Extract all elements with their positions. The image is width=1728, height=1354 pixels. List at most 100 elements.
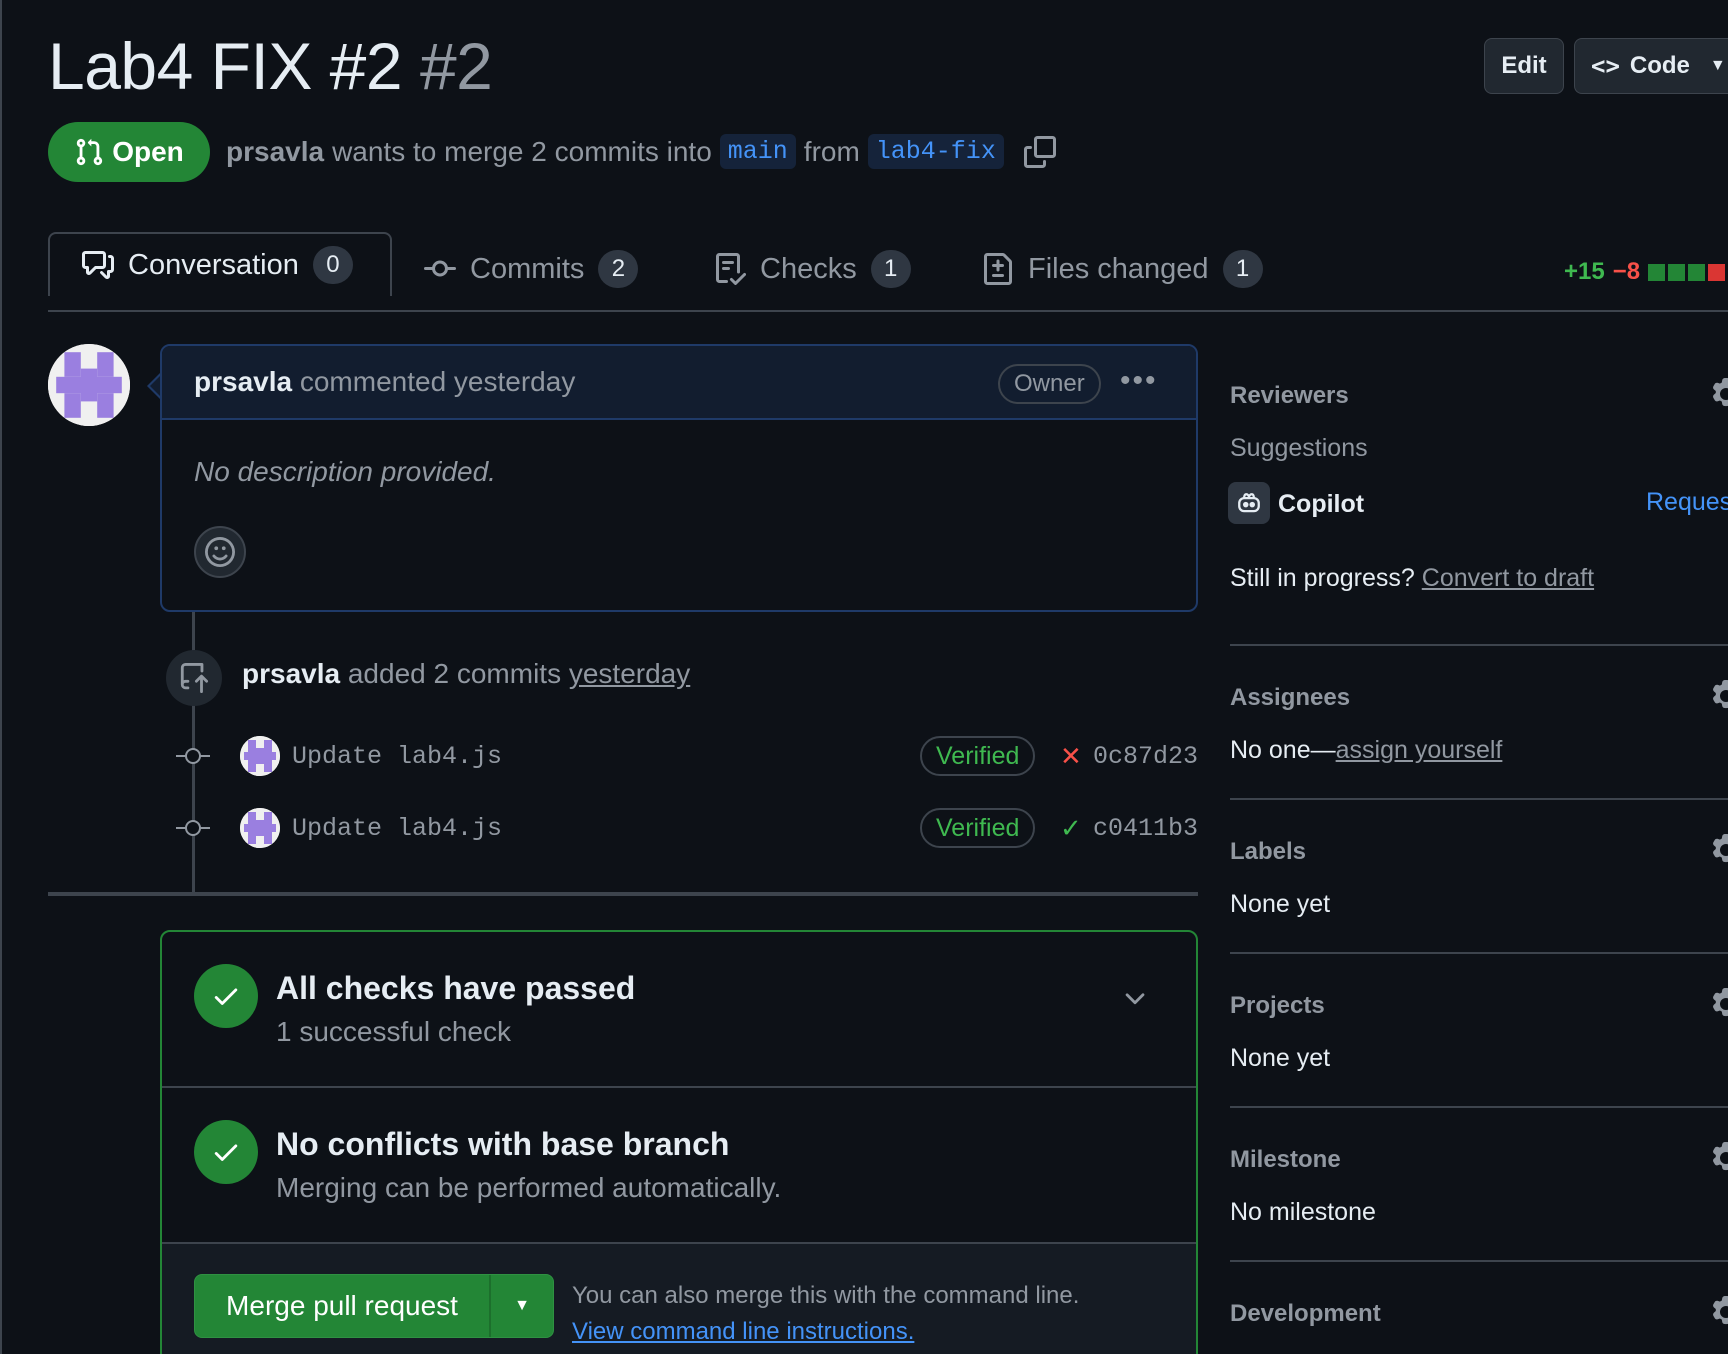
edit-button[interactable]: Edit xyxy=(1484,38,1564,94)
tab-label: Files changed xyxy=(1028,252,1209,285)
copy-icon[interactable] xyxy=(1023,135,1056,168)
comment-body: No description provided. xyxy=(194,456,496,487)
cli-note-text: You can also merge this with the command… xyxy=(572,1282,1080,1309)
check-circle-icon xyxy=(194,964,258,1028)
check-icon[interactable]: ✓ xyxy=(1060,813,1082,844)
diffstat-blocks xyxy=(1648,263,1728,281)
triangle-down-icon: ▼ xyxy=(514,1297,530,1314)
pr-number: #2 xyxy=(419,29,493,103)
push-author[interactable]: prsavla xyxy=(242,658,340,689)
head-branch[interactable]: lab4-fix xyxy=(867,134,1004,169)
page-title: Lab4 FIX #2 #2 xyxy=(48,28,493,104)
request-review-button[interactable]: Reques xyxy=(1646,488,1728,517)
diff-deletions: −8 xyxy=(1612,258,1641,285)
reviewer-suggestions-label: Suggestions xyxy=(1230,434,1368,462)
comment-author[interactable]: prsavla xyxy=(194,366,292,397)
status-badge: Open xyxy=(48,122,210,182)
pr-title: Lab4 FIX #2 xyxy=(48,29,403,103)
assignees-value: No one—assign yourself xyxy=(1230,736,1502,765)
gear-icon[interactable] xyxy=(1710,1296,1728,1328)
commit-message-link[interactable]: Update lab4.js xyxy=(292,742,502,771)
commit-sha-link[interactable]: c0411b3 xyxy=(1093,814,1198,843)
chevron-down-icon[interactable] xyxy=(1120,984,1150,1014)
comment-meta: prsavla commented yesterday xyxy=(194,366,575,398)
tab-conversation[interactable]: Conversation 0 xyxy=(48,232,392,296)
tabs-underline xyxy=(48,310,1728,312)
diffstat-block-del xyxy=(1708,263,1726,281)
merge-summary: prsavla wants to merge 2 commits into ma… xyxy=(226,134,1056,169)
reviewers-heading[interactable]: Reviewers xyxy=(1230,382,1349,410)
conflicts-title: No conflicts with base branch xyxy=(276,1126,730,1162)
file-diff-icon xyxy=(984,253,1012,285)
smiley-icon xyxy=(205,537,235,567)
check-circle-icon xyxy=(194,1120,258,1184)
tab-files-changed[interactable]: Files changed 1 xyxy=(950,238,1295,300)
merge-text: wants to merge 2 commits into xyxy=(332,135,712,167)
commit-message-link[interactable]: Update lab4.js xyxy=(292,814,502,843)
tab-counter: 0 xyxy=(312,246,353,284)
avatar[interactable] xyxy=(48,344,130,426)
draft-prompt-text: Still in progress? xyxy=(1230,564,1415,592)
owner-badge: Owner xyxy=(998,364,1101,404)
status-label: Open xyxy=(112,136,184,167)
tab-counter: 1 xyxy=(870,250,911,288)
diffstat-block-add xyxy=(1648,263,1666,281)
checks-title: All checks have passed xyxy=(276,970,636,1006)
push-time-link[interactable]: yesterday xyxy=(569,658,690,689)
avatar[interactable] xyxy=(240,736,280,776)
cli-instructions-link[interactable]: View command line instructions. xyxy=(572,1314,1079,1350)
triangle-down-icon: ▼ xyxy=(1709,57,1726,74)
git-commit-icon xyxy=(424,260,456,277)
merge-options-button[interactable]: ▼ xyxy=(491,1275,553,1337)
gear-icon[interactable] xyxy=(1710,834,1728,866)
projects-heading[interactable]: Projects xyxy=(1230,992,1325,1020)
assignees-heading[interactable]: Assignees xyxy=(1230,684,1350,712)
comment-header: prsavla commented yesterday Owner ••• xyxy=(162,346,1196,420)
labels-heading[interactable]: Labels xyxy=(1230,838,1306,866)
git-pull-request-icon xyxy=(77,138,103,166)
pr-author-link[interactable]: prsavla xyxy=(226,136,324,168)
diffstat-block-add xyxy=(1668,263,1686,281)
projects-value: None yet xyxy=(1230,1044,1331,1072)
code-button[interactable]: <> Code ▼ xyxy=(1574,38,1728,94)
verified-badge[interactable]: Verified xyxy=(920,808,1036,848)
assign-yourself-link[interactable]: assign yourself xyxy=(1336,736,1503,764)
conflicts-subtitle: Merging can be performed automatically. xyxy=(276,1172,782,1203)
avatar[interactable] xyxy=(240,808,280,848)
diffstat-block-add xyxy=(1688,263,1706,281)
gear-icon[interactable] xyxy=(1710,680,1728,712)
diffstat: +15 −8 xyxy=(1564,258,1728,286)
from-text: from xyxy=(803,135,860,167)
repo-push-icon xyxy=(166,650,222,706)
merge-button-group: Merge pull request ▼ xyxy=(194,1274,554,1338)
gear-icon[interactable] xyxy=(1710,378,1728,410)
milestone-heading[interactable]: Milestone xyxy=(1230,1146,1341,1174)
add-reaction-button[interactable] xyxy=(194,526,246,578)
code-button-label: Code xyxy=(1629,52,1690,79)
commit-sha-link[interactable]: 0c87d23 xyxy=(1093,742,1198,771)
tab-label: Checks xyxy=(760,252,857,285)
gear-icon[interactable] xyxy=(1710,1142,1728,1174)
base-branch[interactable]: main xyxy=(719,134,796,169)
commit-node-icon xyxy=(176,818,210,838)
diff-additions: +15 xyxy=(1564,258,1605,285)
suggested-reviewer-name: Copilot xyxy=(1278,490,1365,518)
tab-label: Conversation xyxy=(128,248,299,281)
commit-row: Update lab4.js Verified ✓ c0411b3 xyxy=(176,806,1198,850)
checks-section[interactable]: All checks have passed 1 successful chec… xyxy=(162,932,1196,1088)
timeline-divider xyxy=(48,892,1198,896)
verified-badge[interactable]: Verified xyxy=(920,736,1036,776)
tab-commits[interactable]: Commits 2 xyxy=(392,238,670,300)
tab-checks[interactable]: Checks 1 xyxy=(682,238,943,300)
merge-section: Merge pull request ▼ You can also merge … xyxy=(162,1244,1196,1354)
gear-icon[interactable] xyxy=(1710,988,1728,1020)
convert-to-draft-link[interactable]: Convert to draft xyxy=(1422,564,1594,592)
assignees-none: No one— xyxy=(1230,736,1336,764)
labels-value: None yet xyxy=(1230,890,1331,918)
development-heading[interactable]: Development xyxy=(1230,1300,1381,1328)
comment-discussion-icon xyxy=(82,251,114,279)
merge-pull-request-button[interactable]: Merge pull request xyxy=(195,1275,491,1337)
x-icon[interactable]: ✕ xyxy=(1060,741,1082,772)
sidebar-divider xyxy=(1230,1260,1728,1262)
kebab-horizontal-icon[interactable]: ••• xyxy=(1120,364,1158,398)
